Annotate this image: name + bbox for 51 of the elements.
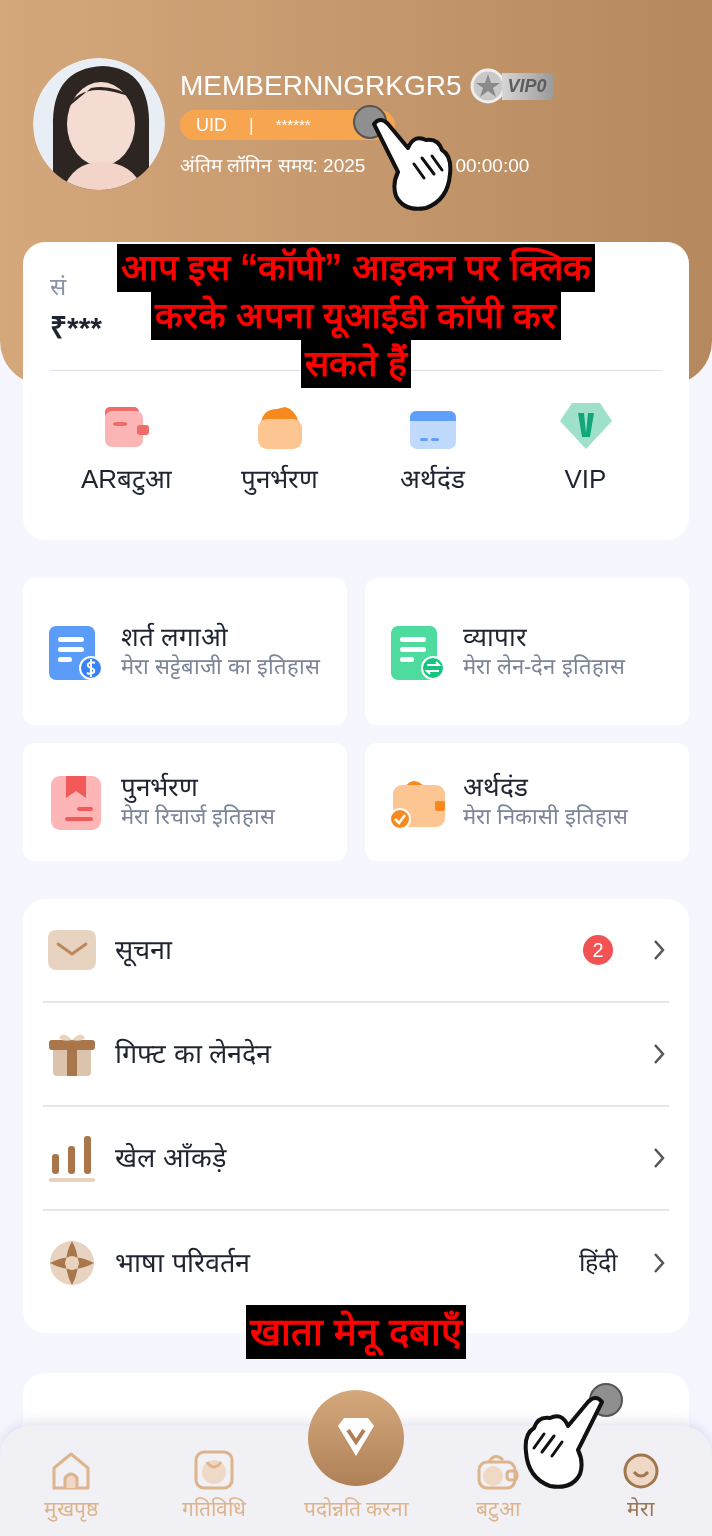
tutorial-caption: सकते हैं xyxy=(301,340,411,388)
history-card[interactable]: अर्थदंड मेरा निकासी इतिहास xyxy=(365,743,689,861)
card-icon xyxy=(407,409,458,451)
menu-row[interactable]: सूचना 2 xyxy=(43,899,669,1003)
history-title: अर्थदंड xyxy=(463,772,530,802)
chevron-right-icon xyxy=(653,1252,665,1274)
gift-icon xyxy=(49,1032,95,1076)
vip-badge: VIP0 xyxy=(469,68,553,104)
vip-shield-icon xyxy=(557,401,614,451)
smiley-icon xyxy=(621,1452,660,1490)
menu-label: भाषा परिवर्तन xyxy=(115,1246,252,1280)
quick-action-label[interactable]: अर्थदंड xyxy=(400,463,465,495)
username: MEMBERNNGRKGR5 xyxy=(180,69,462,103)
wallet-icon xyxy=(477,1452,520,1490)
tutorial-caption: खाता मेनू दबाएँ xyxy=(246,1305,466,1359)
tutorial-caption: करके अपना यूआईडी कॉपी कर xyxy=(151,292,561,340)
bookmark-book-icon xyxy=(51,774,101,830)
history-subtitle: मेरा सट्टेबाजी का इतिहास xyxy=(121,652,321,682)
shopping-bag-icon xyxy=(193,1450,234,1490)
globe-icon xyxy=(48,1239,96,1287)
quick-action-label[interactable]: VIP xyxy=(564,463,607,495)
notification-badge: 2 xyxy=(583,935,613,965)
quick-action-label[interactable]: ARबटुआ xyxy=(80,463,173,495)
last-login-text: अंतिम लॉगिन समय: 2025 xyxy=(180,154,366,178)
history-subtitle: मेरा निकासी इतिहास xyxy=(463,803,629,831)
history-subtitle: मेरा रिचार्ज इतिहास xyxy=(121,804,276,831)
nav-tab[interactable]: मेरा xyxy=(569,1426,712,1536)
balance-amount: ₹*** xyxy=(50,310,103,346)
history-card[interactable]: शर्त लगाओ मेरा सट्टेबाजी का इतिहास xyxy=(23,578,347,725)
bill-dollar-icon xyxy=(49,623,103,680)
menu-label: गिफ्ट का लेनदेन xyxy=(115,1037,273,1071)
bar-chart-icon xyxy=(49,1134,95,1182)
menu-row[interactable]: खेल आँकड़े xyxy=(43,1107,669,1211)
history-subtitle: मेरा लेन-देन इतिहास xyxy=(463,652,625,681)
quick-action-label[interactable]: पुनर्भरण xyxy=(241,463,318,495)
chevron-right-icon xyxy=(653,1043,665,1065)
history-card[interactable]: व्यापार मेरा लेन-देन इतिहास xyxy=(365,578,689,725)
history-title: शर्त लगाओ xyxy=(121,621,230,652)
envelope-icon xyxy=(48,930,96,970)
menu-label: सूचना xyxy=(115,933,174,969)
history-title: व्यापार xyxy=(463,621,528,652)
menu-row[interactable]: गिफ्ट का लेनदेन xyxy=(43,1003,669,1107)
menu-value: हिंदी xyxy=(579,1247,617,1279)
chevron-right-icon xyxy=(653,1147,665,1169)
menu-label: खेल आँकड़े xyxy=(115,1141,228,1175)
home-icon xyxy=(51,1452,92,1490)
bill-exchange-icon xyxy=(391,623,445,680)
tutorial-caption: आप इस “कॉपी” आइकन पर क्लिक xyxy=(117,244,595,292)
chevron-right-icon xyxy=(653,939,665,961)
last-login-time: 00:00:00 xyxy=(455,154,530,178)
history-card[interactable]: पुनर्भरण मेरा रिचार्ज इतिहास xyxy=(23,743,347,861)
